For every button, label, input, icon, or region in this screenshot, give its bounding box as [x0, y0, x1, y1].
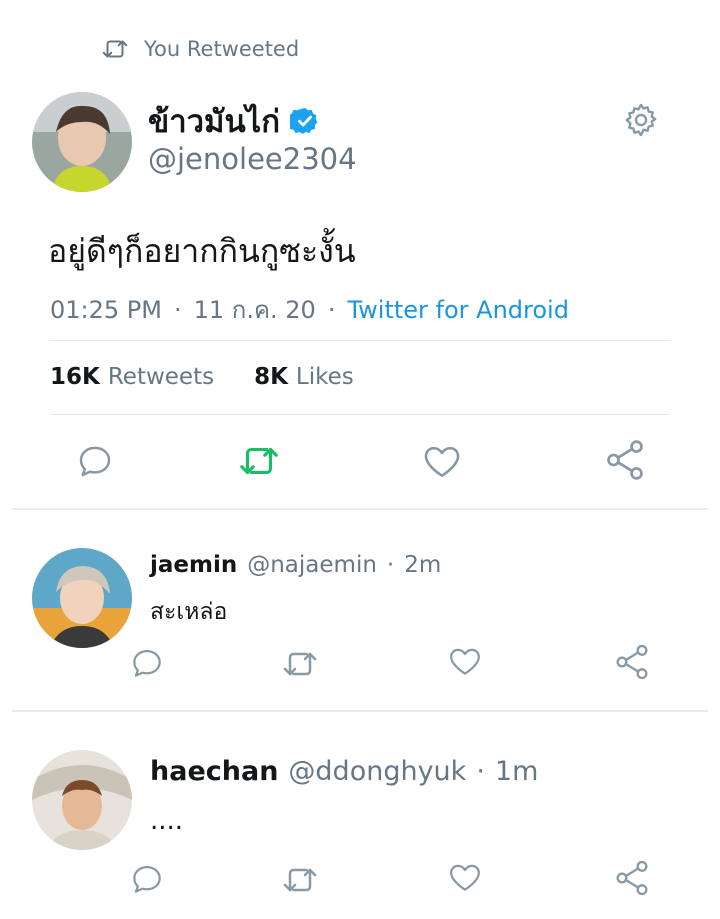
like-icon[interactable]	[446, 642, 484, 680]
reply-author-handle[interactable]: @najaemin	[247, 552, 377, 578]
retweet-icon[interactable]	[236, 438, 282, 484]
author-handle[interactable]: @jenolee2304	[148, 142, 357, 176]
reply-icon[interactable]	[128, 644, 166, 682]
retweet-context: You Retweeted	[100, 34, 299, 64]
tweet-source-link[interactable]: Twitter for Android	[347, 296, 568, 324]
tweet-separator	[12, 508, 708, 510]
reply-icon[interactable]	[128, 860, 166, 898]
avatar[interactable]	[32, 548, 132, 648]
retweets-stat[interactable]: 16K Retweets	[50, 364, 214, 390]
divider	[50, 340, 670, 341]
gear-icon[interactable]	[622, 101, 660, 139]
reply-icon[interactable]	[74, 440, 116, 482]
share-icon[interactable]	[612, 858, 652, 898]
tweet-text: อยู่ดีๆก็อยากกินกูซะงั้น	[48, 232, 356, 270]
reply-header: jaemin @najaemin · 2m	[150, 552, 441, 578]
meta-separator: ·	[173, 295, 182, 324]
author-name[interactable]: ข้าวมันไก่	[148, 96, 280, 146]
like-icon[interactable]	[446, 858, 484, 896]
likes-count: 8K	[254, 364, 288, 390]
reply-time: 1m	[494, 756, 539, 787]
meta-separator: ·	[386, 552, 395, 578]
tweet-separator	[12, 710, 708, 712]
reply-text: ....	[150, 806, 184, 836]
avatar[interactable]	[32, 750, 132, 850]
share-icon[interactable]	[612, 642, 652, 682]
tweet-stats: 16K Retweets 8K Likes	[50, 364, 354, 390]
reply-text: สะเหล่อ	[150, 599, 228, 625]
reply-author-name[interactable]: haechan	[150, 756, 278, 787]
retweet-icon	[102, 40, 128, 58]
reply-header: haechan @ddonghyuk · 1m	[150, 756, 538, 787]
like-icon[interactable]	[420, 439, 464, 483]
divider	[50, 414, 670, 415]
meta-separator: ·	[476, 756, 485, 787]
tweet-meta: 01:25 PM · 11 ก.ค. 20 · Twitter for Andr…	[50, 290, 569, 329]
retweet-context-label: You Retweeted	[144, 37, 300, 61]
retweet-icon[interactable]	[280, 644, 320, 684]
verified-badge-icon	[290, 107, 318, 134]
reply-author-handle[interactable]: @ddonghyuk	[288, 756, 466, 787]
tweet-time: 01:25 PM	[50, 295, 162, 324]
likes-label: Likes	[295, 364, 354, 390]
tweet-date: 11 ก.ค. 20	[193, 296, 316, 324]
reply-time: 2m	[404, 552, 442, 578]
meta-separator: ·	[327, 295, 336, 324]
share-icon[interactable]	[602, 437, 648, 483]
retweet-icon[interactable]	[280, 860, 320, 900]
retweets-count: 16K	[50, 364, 100, 390]
likes-stat[interactable]: 8K Likes	[254, 364, 354, 390]
retweets-label: Retweets	[107, 364, 215, 390]
reply-author-name[interactable]: jaemin	[150, 552, 237, 578]
author-name-row: ข้าวมันไก่	[148, 96, 320, 146]
avatar[interactable]	[32, 92, 132, 192]
